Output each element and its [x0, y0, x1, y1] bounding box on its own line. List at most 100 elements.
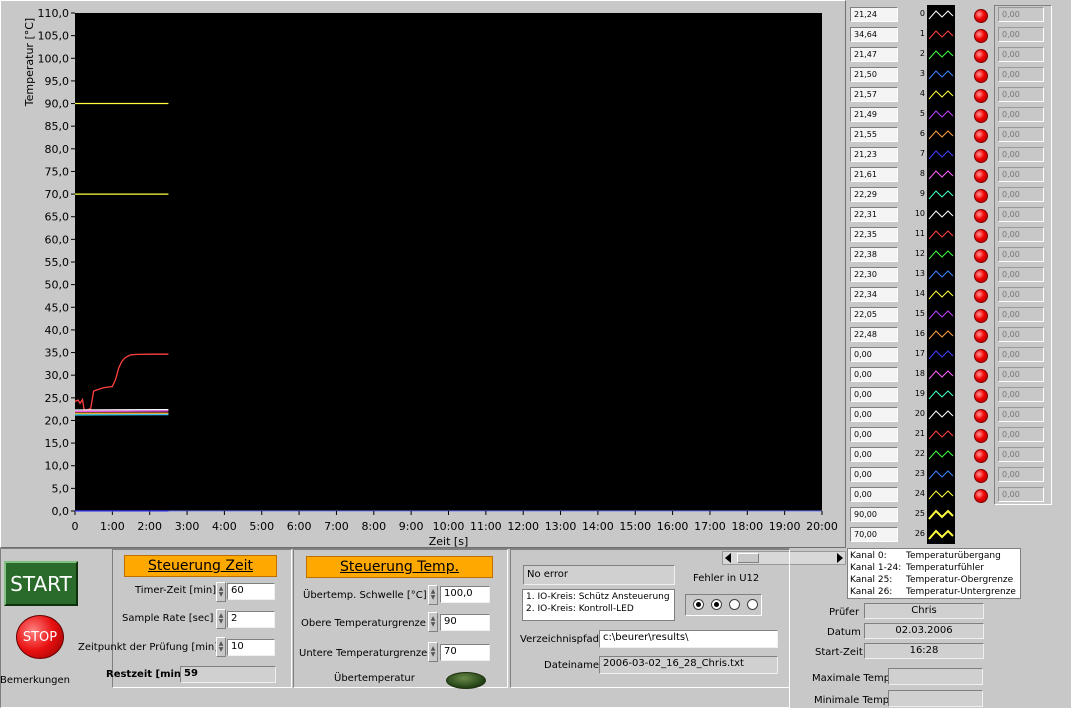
- channel-value: 21,47: [850, 47, 898, 62]
- channel-led-icon: [974, 189, 988, 203]
- legend-swatch-icon: [928, 190, 954, 200]
- legend-key: Kanal 25:: [850, 575, 893, 585]
- sample-rate-spinner[interactable]: ▲ ▼: [216, 609, 226, 629]
- channel-output: 0,00: [998, 7, 1044, 22]
- steuerung-zeit-header: Steuerung Zeit: [124, 555, 277, 577]
- timer-spinner[interactable]: ▲ ▼: [216, 582, 226, 602]
- legend-swatch-icon: [928, 10, 954, 20]
- restzeit-label: Restzeit [min]: [106, 669, 186, 680]
- legend-swatch-icon: [928, 130, 954, 140]
- obere-grenze-input[interactable]: 90: [440, 614, 490, 631]
- sample-rate-input[interactable]: 2: [227, 611, 275, 628]
- channel-value: 0,00: [850, 447, 898, 462]
- minimale-temp-label: Minimale Temp.: [814, 695, 893, 706]
- verzeichnispfad-input[interactable]: c:\beurer\results\: [599, 630, 778, 648]
- fehler-radio[interactable]: [729, 599, 740, 610]
- legend-row: 14: [905, 285, 967, 305]
- legend-row: 17: [905, 345, 967, 365]
- y-tick-label: 50,0: [45, 279, 70, 292]
- y-tick-label: 65,0: [45, 211, 70, 224]
- x-tick-label: 13:00: [545, 520, 577, 533]
- x-tick-label: 7:00: [324, 520, 349, 533]
- channel-value-row: 34,64: [849, 25, 901, 45]
- channel-led-icon: [974, 489, 988, 503]
- channel-value-row: 21,61: [849, 165, 901, 185]
- channel-led-icon: [974, 309, 988, 323]
- untere-grenze-spinner[interactable]: ▲ ▼: [428, 642, 438, 662]
- legend-row: 5: [905, 105, 967, 125]
- channel-value-row: 22,05: [849, 305, 901, 325]
- x-axis-label: Zeit [s]: [429, 535, 468, 548]
- fehler-radio[interactable]: [693, 599, 704, 610]
- channel-number: 16: [914, 329, 925, 338]
- legend-line: Kanal 26: Temperatur-Untergrenze: [850, 586, 1018, 598]
- channel-value-row: 22,48: [849, 325, 901, 345]
- schwelle-input[interactable]: 100,0: [440, 586, 490, 603]
- channel-number: 9: [919, 189, 925, 198]
- untere-grenze-input[interactable]: 70: [440, 644, 490, 661]
- bemerkungen-label: Bemerkungen: [0, 675, 71, 686]
- series-line-4: [74, 410, 169, 413]
- legend-row: 6: [905, 125, 967, 145]
- channel-output: 0,00: [998, 467, 1044, 482]
- channel-number: 7: [919, 149, 925, 158]
- channel-value: 22,05: [850, 307, 898, 322]
- legend-swatch-icon: [928, 490, 954, 500]
- pruefer-value: Chris: [864, 603, 984, 619]
- x-tick-label: 8:00: [361, 520, 386, 533]
- fehler-radio[interactable]: [711, 599, 722, 610]
- legend-row: 11: [905, 225, 967, 245]
- channel-led-row: 0,00: [968, 165, 1054, 185]
- channel-led-icon: [974, 149, 988, 163]
- obere-grenze-spinner[interactable]: ▲ ▼: [428, 612, 438, 632]
- channel-legend: 0 1 2 3 4 5 6 7 8 9 10 11 12 13 14 15 16 17 18 19 20 21 22 23 24…: [905, 5, 967, 545]
- x-tick-label: 18:00: [731, 520, 763, 533]
- channel-led-row: 0,00: [968, 465, 1054, 485]
- channel-led-row: 0,00: [968, 125, 1054, 145]
- channel-led-icon: [974, 109, 988, 123]
- channel-value: 21,49: [850, 107, 898, 122]
- legend-desc: Temperatur-Obergrenze: [906, 575, 1014, 585]
- legend-swatch-icon: [928, 210, 954, 220]
- start-button[interactable]: START: [4, 561, 78, 606]
- channel-led-icon: [974, 169, 988, 183]
- legend-swatch-icon: [928, 430, 954, 440]
- channel-number: 21: [914, 429, 925, 438]
- y-tick-label: 35,0: [45, 347, 70, 360]
- channel-led-column: 0,00 0,00 0,00 0,00 0,00 0,00 0,00 0,00 0,00 0,00…: [968, 5, 1054, 505]
- schwelle-label: Übertemp. Schwelle [°C]: [303, 590, 427, 601]
- channel-value: 90,00: [850, 507, 898, 522]
- plot-area: [75, 13, 822, 511]
- legend-swatch-icon: [928, 70, 954, 80]
- channel-output: 0,00: [998, 207, 1044, 222]
- zeitpunkt-input[interactable]: 10: [227, 639, 275, 656]
- legend-row: 24: [905, 485, 967, 505]
- untere-grenze-label: Untere Temperaturgrenze: [299, 648, 428, 659]
- x-tick-label: 5:00: [249, 520, 274, 533]
- x-tick-label: 10:00: [433, 520, 465, 533]
- channel-number: 10: [914, 209, 925, 218]
- fehler-radio[interactable]: [747, 599, 758, 610]
- channel-value-row: 0,00: [849, 385, 901, 405]
- channel-led-row: 0,00: [968, 245, 1054, 265]
- channel-led-icon: [974, 429, 988, 443]
- y-tick-label: 95,0: [45, 75, 70, 88]
- channel-value: 22,48: [850, 327, 898, 342]
- legend-swatch-icon: [928, 50, 954, 60]
- channel-number: 2: [919, 49, 925, 58]
- channel-output: 0,00: [998, 287, 1044, 302]
- channel-output: 0,00: [998, 147, 1044, 162]
- legend-desc: Temperaturfühler: [906, 563, 984, 573]
- zeitpunkt-spinner[interactable]: ▲ ▼: [216, 637, 226, 657]
- channel-led-icon: [974, 29, 988, 43]
- legend-line: Kanal 0: Temperaturübergang: [850, 550, 1018, 562]
- channel-output: 0,00: [998, 427, 1044, 442]
- scroll-right-arrow-icon[interactable]: [837, 553, 843, 563]
- legend-swatch-icon: [928, 150, 954, 160]
- legend-row: 10: [905, 205, 967, 225]
- schwelle-spinner[interactable]: ▲ ▼: [428, 585, 438, 605]
- start-zeit-value: 16:28: [864, 643, 984, 659]
- timer-input[interactable]: 60: [227, 583, 275, 600]
- stop-button[interactable]: STOP: [16, 615, 64, 659]
- y-axis-label: Temperatur [°C]: [23, 18, 36, 107]
